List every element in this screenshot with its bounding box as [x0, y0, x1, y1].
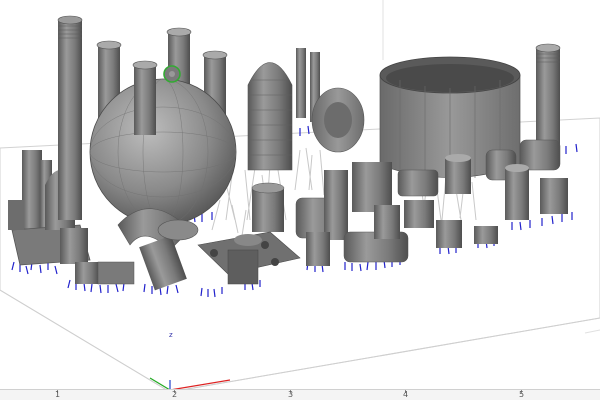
spherical-flask[interactable] [89, 27, 237, 226]
ruler-tick-label: 2 [172, 390, 178, 399]
bottom-ruler: 1 2 3 4 5 [0, 389, 600, 400]
build-scene[interactable] [0, 0, 600, 400]
z-axis-marker: z [169, 331, 173, 339]
tall-pipe-left[interactable] [57, 15, 83, 220]
ruler-tick-label: 1 [55, 390, 61, 399]
3d-viewport[interactable]: z 1 2 3 4 5 [0, 0, 600, 400]
tall-pipe-right[interactable] [535, 43, 561, 148]
ruler-tick-label: 4 [403, 390, 409, 399]
ruler-tick-label: 3 [288, 390, 294, 399]
ruler-tick-label: 5 [519, 390, 525, 399]
